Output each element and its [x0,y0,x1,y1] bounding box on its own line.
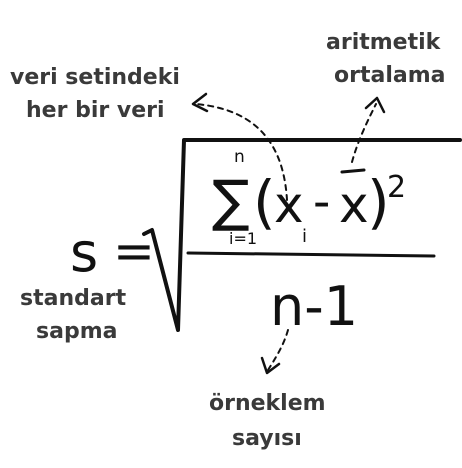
sigma-symbol: ∑ [212,169,250,234]
standard-deviation-diagram: veri setindeki her bir veri aritmetik or… [10,30,462,451]
label-mean-line1: aritmetik [326,30,442,55]
label-sample-size-line2: sayısı [232,426,302,451]
denominator: n-1 [270,275,358,338]
symbol-x-i: x [274,176,304,234]
arrowhead-data-point [191,92,209,113]
label-std-dev-line2: sapma [36,319,117,344]
symbol-x-bar: x [339,176,369,234]
fraction-bar [186,251,436,258]
sum-upper-limit: n [234,147,245,167]
formula-illustration: veri setindeki her bir veri aritmetik or… [0,0,462,468]
label-data-point-line2: her bir veri [26,98,165,123]
subscript-i: i [302,226,307,247]
mean-bar [340,168,366,174]
arrow-mean [351,103,377,163]
exponent-2: 2 [387,170,406,205]
label-std-dev-line1: standart [20,286,127,311]
label-sample-size-line1: örneklem [209,391,326,416]
label-mean-line2: ortalama [334,63,445,88]
symbol-s: s [70,221,98,284]
open-paren: ( [253,168,276,236]
minus-sign: - [313,174,330,230]
label-data-point-line1: veri setindeki [10,65,180,90]
